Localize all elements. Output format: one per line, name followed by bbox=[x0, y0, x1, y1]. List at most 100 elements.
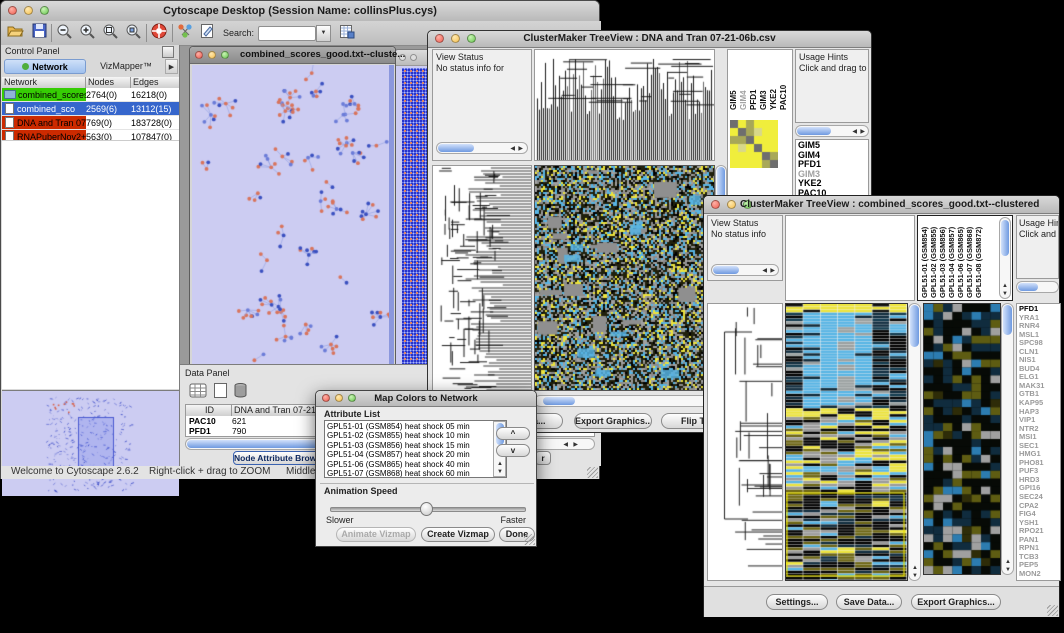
tv1-gene-label[interactable]: GIM4 bbox=[798, 151, 868, 161]
help-lifebuoy-icon[interactable] bbox=[151, 23, 168, 44]
tv2-gene-label[interactable]: SEC24 bbox=[1019, 493, 1060, 502]
network-window-1-titlebar[interactable]: combined_scores_good.txt--cluste... bbox=[190, 47, 395, 64]
vizmap-nodes-icon[interactable] bbox=[177, 23, 194, 44]
tab-network[interactable]: Network bbox=[4, 59, 86, 74]
zoom-fit-icon[interactable] bbox=[102, 23, 119, 44]
tv2-gene-label[interactable]: NTR2 bbox=[1019, 425, 1060, 434]
tv1-column-dendrogram[interactable] bbox=[534, 49, 715, 161]
resize-grip[interactable] bbox=[524, 534, 535, 545]
save-data-button[interactable]: Save Data... bbox=[836, 594, 902, 610]
tv2-gene-label[interactable]: PUF3 bbox=[1019, 467, 1060, 476]
attribute-list-item[interactable]: GPL51-06 (GSM865) heat shock 40 min bbox=[327, 460, 506, 469]
float-panel-icon[interactable] bbox=[162, 46, 174, 58]
tv2-gene-label[interactable]: MON2 bbox=[1019, 570, 1060, 579]
scroll-up-icon[interactable]: ▲ bbox=[912, 565, 918, 571]
tv2-gene-label[interactable]: YSH1 bbox=[1019, 519, 1060, 528]
main-titlebar[interactable]: Cytoscape Desktop (Session Name: collins… bbox=[1, 1, 599, 22]
tv2-secondary-heatmap[interactable] bbox=[923, 303, 1001, 575]
network-canvas[interactable] bbox=[192, 65, 389, 364]
network-tree-empty-area[interactable] bbox=[2, 140, 179, 389]
tv1-gene-label[interactable]: PFD1 bbox=[798, 160, 868, 170]
zoom-out-icon[interactable] bbox=[56, 23, 73, 44]
tv2-gene-label[interactable]: HAP3 bbox=[1019, 408, 1060, 417]
tv2-gene-label[interactable]: SPC98 bbox=[1019, 339, 1060, 348]
minimize-icon[interactable] bbox=[208, 51, 216, 59]
new-attribute-icon[interactable] bbox=[213, 382, 228, 404]
tv2-gene-label[interactable]: MAK31 bbox=[1019, 382, 1060, 391]
tv2-gene-label[interactable]: GPI16 bbox=[1019, 484, 1060, 493]
attribute-list-item[interactable]: GPL51-01 (GSM854) heat shock 05 min bbox=[327, 422, 506, 431]
network-vscrollbar[interactable] bbox=[389, 65, 394, 364]
tv2-gene-list[interactable]: PFD1YRA1RNR4MSL1SPC98CLN1NIS1BUD4ELG1MAK… bbox=[1016, 303, 1061, 581]
network-window-1[interactable]: combined_scores_good.txt--cluste... bbox=[189, 46, 396, 369]
network-table-row[interactable]: combined_sco2569(6)13112(15) bbox=[2, 102, 179, 116]
tv2-gene-label[interactable]: KAP95 bbox=[1019, 399, 1060, 408]
scroll-right-icon[interactable]: ▶ bbox=[518, 146, 523, 152]
tv1-gene-label[interactable]: GIM3 bbox=[798, 170, 868, 180]
tv2-heatmap-vscrollbar[interactable]: ▲ ▼ bbox=[908, 303, 921, 581]
scroll-up-icon[interactable]: ▲ bbox=[1002, 283, 1008, 289]
tv2-gene-label[interactable]: YRA1 bbox=[1019, 314, 1060, 323]
network-table-row[interactable]: combined_scores2764(0)16218(0) bbox=[2, 88, 179, 102]
animate-vizmap-button[interactable]: Animate Vizmap bbox=[336, 527, 416, 542]
network-overview-panel[interactable] bbox=[2, 390, 179, 496]
open-file-icon[interactable] bbox=[7, 23, 24, 44]
move-up-button[interactable]: ^ bbox=[496, 427, 530, 440]
tv1-row-dendrogram[interactable] bbox=[432, 165, 532, 391]
resize-grip[interactable] bbox=[1047, 605, 1058, 616]
tv2-gene-label[interactable]: PAN1 bbox=[1019, 536, 1060, 545]
tv2-gene-label[interactable]: GTB1 bbox=[1019, 390, 1060, 399]
scroll-up-icon[interactable]: ▲ bbox=[1005, 559, 1011, 565]
tv1-selected-cluster-heatmap[interactable] bbox=[730, 120, 778, 168]
attribute-browser-tab-fragment[interactable]: r bbox=[535, 451, 551, 465]
scroll-right-icon[interactable]: ▶ bbox=[770, 268, 775, 274]
resize-grip[interactable] bbox=[587, 467, 598, 478]
scroll-left-icon[interactable]: ◀ bbox=[852, 129, 857, 135]
scroll-right-icon[interactable]: ▶ bbox=[573, 442, 578, 448]
attribute-items[interactable]: GPL51-01 (GSM854) heat shock 05 min GPL51… bbox=[325, 421, 506, 478]
tv2-labels-vscrollbar[interactable]: ▲ ▼ bbox=[999, 217, 1011, 299]
tv1-usage-hscrollbar[interactable]: ◀ ▶ bbox=[795, 125, 869, 137]
tv2-gene-label[interactable]: RNR4 bbox=[1019, 322, 1060, 331]
column-header-id[interactable]: ID bbox=[186, 405, 232, 416]
tv2-row-dendrogram[interactable] bbox=[707, 303, 783, 581]
tv2-usage-hscrollbar[interactable] bbox=[1016, 281, 1059, 293]
slider-thumb[interactable] bbox=[420, 502, 433, 516]
tv2-gene-label[interactable]: RPN1 bbox=[1019, 544, 1060, 553]
network-table-header[interactable]: Network Nodes Edges bbox=[2, 77, 179, 88]
scroll-down-icon[interactable]: ▼ bbox=[912, 573, 918, 579]
tv2-gene-label[interactable]: MSI1 bbox=[1019, 433, 1060, 442]
scroll-right-icon[interactable]: ▶ bbox=[860, 129, 865, 135]
tv1-gene-label[interactable]: GIM5 bbox=[798, 141, 868, 151]
column-header-network[interactable]: Network bbox=[2, 77, 86, 88]
tv2-gene-label[interactable]: VIP1 bbox=[1019, 416, 1060, 425]
move-down-button[interactable]: v bbox=[496, 444, 530, 457]
tv2-gene-label[interactable]: PFD1 bbox=[1019, 305, 1060, 314]
tv1-main-heatmap[interactable] bbox=[534, 165, 715, 391]
minimize-icon[interactable] bbox=[410, 54, 417, 61]
minimize-icon[interactable] bbox=[727, 200, 736, 209]
column-header-nodes[interactable]: Nodes bbox=[86, 77, 131, 88]
treeview1-titlebar[interactable]: ClusterMaker TreeView : DNA and Tran 07-… bbox=[428, 31, 871, 48]
tv2-secondary-vscrollbar[interactable]: ▲ ▼ bbox=[1001, 303, 1014, 575]
scroll-down-icon[interactable]: ▼ bbox=[1002, 291, 1008, 297]
scroll-left-icon[interactable]: ◀ bbox=[510, 146, 515, 152]
annotation-page-icon[interactable] bbox=[200, 23, 215, 44]
speed-slider[interactable] bbox=[330, 502, 524, 514]
search-input[interactable] bbox=[258, 26, 316, 41]
tv2-gene-label[interactable]: HMG1 bbox=[1019, 450, 1060, 459]
search-dropdown-button[interactable]: ▼ bbox=[316, 25, 331, 42]
tv2-gene-label[interactable]: PHO81 bbox=[1019, 459, 1060, 468]
tv2-gene-label[interactable]: MSL1 bbox=[1019, 331, 1060, 340]
tv2-gene-label[interactable]: CPA2 bbox=[1019, 502, 1060, 511]
save-session-icon[interactable] bbox=[32, 23, 47, 44]
export-graphics-button[interactable]: Export Graphics... bbox=[911, 594, 1001, 610]
attribute-listbox[interactable]: GPL51-01 (GSM854) heat shock 05 min GPL51… bbox=[324, 420, 507, 478]
attribute-list-item[interactable]: GPL51-03 (GSM856) heat shock 15 min bbox=[327, 441, 506, 450]
tv2-status-hscrollbar[interactable]: ◀ ▶ bbox=[711, 264, 779, 276]
dialog-titlebar[interactable]: Map Colors to Network bbox=[316, 391, 536, 407]
close-icon[interactable] bbox=[195, 51, 203, 59]
attribute-list-item[interactable]: GPL51-04 (GSM857) heat shock 20 min bbox=[327, 450, 506, 459]
tv2-gene-label[interactable]: CLN1 bbox=[1019, 348, 1060, 357]
tv2-column-labels-panel[interactable]: GPL51-01 (GSM854)GPL51-02 (GSM855)GPL51-… bbox=[917, 215, 1013, 301]
